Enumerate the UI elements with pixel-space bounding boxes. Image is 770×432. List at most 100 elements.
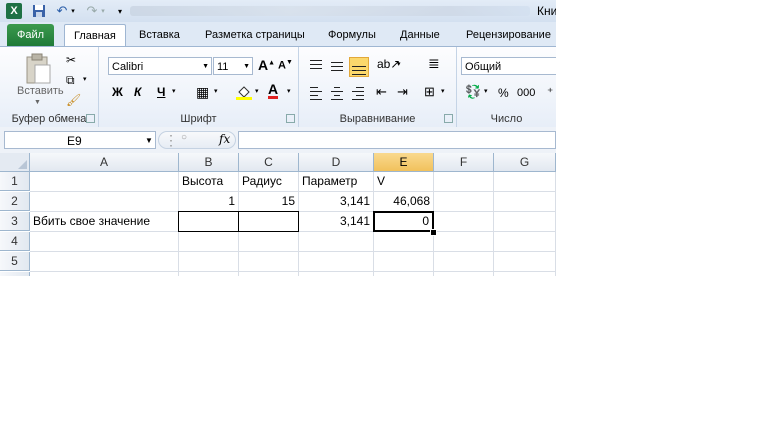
borders-icon[interactable]: ▦ (196, 84, 209, 101)
underline-button[interactable]: Ч (157, 85, 165, 99)
cell-d6[interactable] (299, 272, 374, 276)
cell-e3[interactable]: 0 (373, 211, 434, 232)
column-header-a[interactable]: A (30, 153, 179, 172)
thousands-separator-button[interactable]: 000 (517, 87, 535, 99)
cell-a3[interactable]: Вбить свое значение (30, 212, 179, 232)
column-header-f[interactable]: F (434, 153, 494, 172)
align-right-icon[interactable] (350, 84, 366, 100)
cell-d1[interactable]: Параметр (299, 172, 374, 192)
increase-decimal-icon[interactable]: ⁺ (547, 85, 553, 99)
tab-insert[interactable]: Вставка (133, 27, 186, 46)
cell-g2[interactable] (494, 192, 556, 212)
column-header-b[interactable]: B (179, 153, 239, 172)
bold-button[interactable]: Ж (112, 85, 123, 99)
cell-a6[interactable] (30, 272, 179, 276)
format-painter-icon[interactable]: 🖌 (66, 93, 81, 107)
font-launcher-icon[interactable] (286, 114, 295, 123)
select-all-button[interactable] (0, 153, 30, 172)
cell-d2[interactable]: 3,141 (299, 192, 374, 212)
cell-g5[interactable] (494, 252, 556, 272)
decrease-indent-icon[interactable]: ⇤ (376, 84, 387, 100)
clipboard-launcher-icon[interactable] (86, 114, 95, 123)
formula-input[interactable] (238, 131, 556, 149)
cut-icon[interactable]: ✂ (66, 53, 76, 67)
tab-data[interactable]: Данные (394, 27, 446, 46)
paste-button-label[interactable]: Вставить (17, 85, 64, 97)
fill-color-dropdown-icon[interactable]: ▾ (255, 87, 259, 95)
cell-f4[interactable] (434, 232, 494, 252)
cell-a4[interactable] (30, 232, 179, 252)
wrap-text-icon[interactable]: ≣ (428, 55, 440, 72)
cell-d5[interactable] (299, 252, 374, 272)
font-color-icon[interactable]: A (268, 82, 279, 99)
cell-d4[interactable] (299, 232, 374, 252)
align-left-icon[interactable] (308, 84, 324, 100)
column-header-c[interactable]: C (239, 153, 299, 172)
align-center-icon[interactable] (329, 84, 345, 100)
align-top-icon[interactable] (308, 57, 324, 73)
cell-b5[interactable] (179, 252, 239, 272)
merge-center-icon[interactable]: ⊞ (424, 84, 435, 100)
number-format-combo[interactable]: Общий (461, 57, 556, 75)
row-header-1[interactable]: 1 (0, 172, 30, 191)
undo-dropdown-icon[interactable]: ▾ (69, 3, 77, 19)
row-header-2[interactable]: 2 (0, 192, 30, 211)
borders-dropdown-icon[interactable]: ▾ (214, 87, 218, 95)
row-header-3[interactable]: 3 (0, 212, 30, 231)
currency-icon[interactable]: 💱 (465, 84, 481, 100)
fill-color-icon[interactable] (236, 84, 252, 103)
cell-e6[interactable] (374, 272, 434, 276)
cell-d3[interactable]: 3,141 (299, 212, 374, 232)
column-header-g[interactable]: G (494, 153, 556, 172)
cell-f6[interactable] (434, 272, 494, 276)
cell-c1[interactable]: Радиус (239, 172, 299, 192)
cell-f5[interactable] (434, 252, 494, 272)
grow-font-icon[interactable]: A▲ (258, 57, 275, 73)
cell-g6[interactable] (494, 272, 556, 276)
align-bottom-icon[interactable] (349, 57, 369, 77)
customize-toolbar-icon[interactable]: ▾ (116, 3, 124, 19)
column-header-e[interactable]: E (374, 153, 434, 172)
tab-home[interactable]: Главная (64, 24, 126, 47)
shrink-font-icon[interactable]: A▼ (278, 59, 293, 72)
tab-file[interactable]: Файл (7, 24, 54, 46)
cell-b4[interactable] (179, 232, 239, 252)
paste-dropdown-icon[interactable]: ▼ (34, 99, 41, 106)
cell-c2[interactable]: 15 (239, 192, 299, 212)
redo-icon[interactable]: ↷ (86, 3, 98, 19)
row-header-6[interactable]: 6 (0, 272, 30, 276)
cell-a5[interactable] (30, 252, 179, 272)
tab-page-layout[interactable]: Разметка страницы (199, 27, 311, 46)
paste-icon[interactable] (24, 53, 52, 85)
name-box[interactable]: E9 ▼ (4, 131, 156, 149)
expand-formula-icon[interactable]: ○ (181, 132, 187, 143)
cell-c3[interactable] (238, 211, 299, 232)
cell-a1[interactable] (30, 172, 179, 192)
undo-icon[interactable]: ↶ (56, 3, 68, 19)
cell-e5[interactable] (374, 252, 434, 272)
cell-f3[interactable] (434, 212, 494, 232)
cell-b2[interactable]: 1 (179, 192, 239, 212)
save-icon[interactable] (32, 3, 46, 19)
chevron-down-icon[interactable]: ▼ (243, 58, 250, 76)
excel-logo-icon[interactable]: X (6, 3, 22, 19)
row-header-4[interactable]: 4 (0, 232, 30, 251)
currency-dropdown-icon[interactable]: ▾ (484, 87, 488, 95)
cell-e1[interactable]: V (374, 172, 434, 192)
cell-e2[interactable]: 46,068 (374, 192, 434, 212)
cell-f2[interactable] (434, 192, 494, 212)
cell-b6[interactable] (179, 272, 239, 276)
copy-dropdown-icon[interactable]: ▾ (83, 75, 87, 83)
cell-g1[interactable] (494, 172, 556, 192)
font-size-combo[interactable]: 11 ▼ (213, 57, 253, 75)
cell-b3[interactable] (178, 211, 239, 232)
align-middle-icon[interactable] (329, 59, 345, 75)
cell-c4[interactable] (239, 232, 299, 252)
increase-indent-icon[interactable]: ⇥ (397, 84, 408, 100)
font-color-dropdown-icon[interactable]: ▾ (287, 87, 291, 95)
redo-dropdown-icon[interactable]: ▾ (99, 3, 107, 19)
cell-c6[interactable] (239, 272, 299, 276)
insert-function-icon[interactable]: fx (219, 132, 230, 146)
cell-g3[interactable] (494, 212, 556, 232)
tab-formulas[interactable]: Формулы (322, 27, 382, 46)
